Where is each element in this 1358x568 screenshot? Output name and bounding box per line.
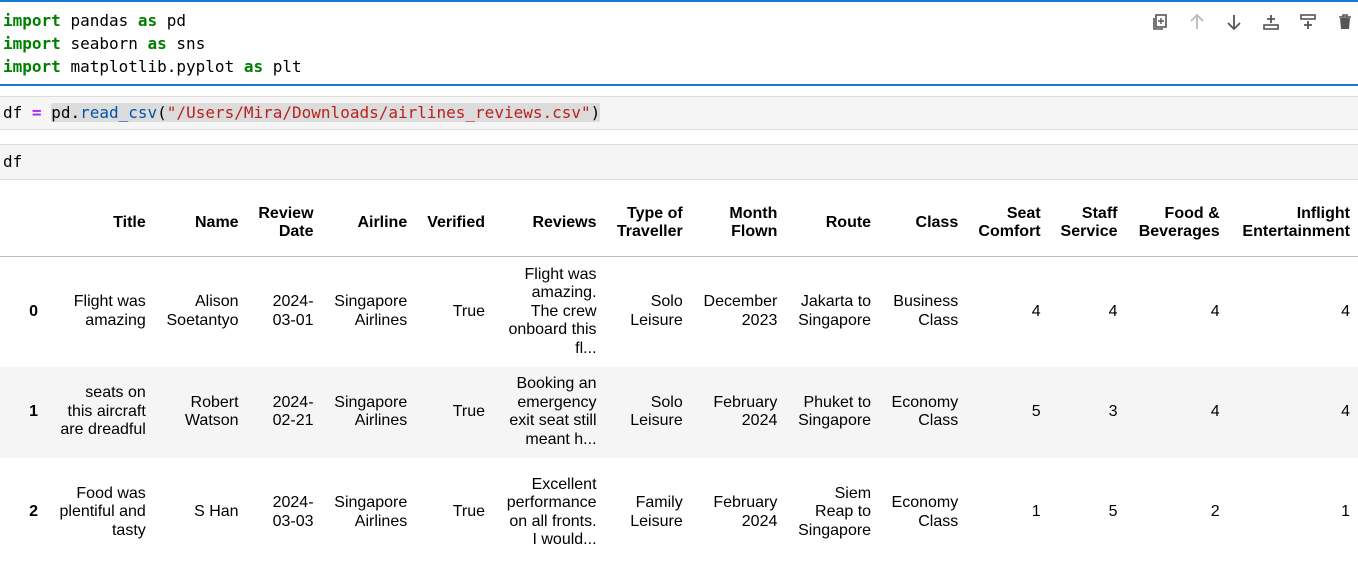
table-cell: 4 [1210, 302, 1220, 320]
code-cell-df[interactable]: df [0, 144, 1358, 180]
column-header: Seat Comfort [966, 190, 1049, 257]
column-header: Verified [415, 190, 493, 257]
table-cell: Phuket to Singapore [798, 393, 872, 430]
table-row: 1 seats on this aircraft are dreadful Robert… [0, 366, 1358, 458]
code-line-1: import pandas as pd [3, 11, 187, 30]
column-header: Reviews [493, 190, 605, 257]
table-cell: True [452, 402, 485, 420]
table-cell: 4 [1108, 302, 1118, 320]
move-up-icon[interactable] [1185, 10, 1209, 34]
row-index: 0 [29, 302, 38, 320]
table-cell: December 2023 [703, 293, 778, 329]
column-header: Food & Beverages [1125, 190, 1228, 257]
table-cell: Excellent performance on all fronts. I woul… [506, 475, 597, 549]
table-cell: True [452, 503, 485, 521]
table-cell: S Han [194, 503, 239, 521]
table-cell: Economy Class [891, 393, 959, 430]
table-cell: February 2024 [713, 393, 778, 430]
delete-icon[interactable] [1333, 10, 1357, 34]
table-cell: Solo Leisure [630, 393, 683, 430]
column-header: Month Flown [690, 190, 786, 257]
table-cell: Singapore Airlines [334, 393, 408, 430]
table-cell: Booking an emergency exit seat still meant … [509, 375, 597, 448]
table-cell: 3 [1108, 402, 1118, 420]
table-cell: Robert Watson [184, 393, 239, 430]
table-row: 0 Flight was amazing Alison Soetantyo 2024- 03… [0, 257, 1358, 367]
move-down-icon[interactable] [1222, 10, 1246, 34]
code-line-2: import seaborn as sns [3, 34, 206, 53]
table-cell: 4 [1341, 402, 1350, 420]
cell-toolbar [1148, 10, 1358, 34]
table-cell: Food was plentiful and tasty [59, 484, 146, 539]
code-cell-read-csv[interactable]: df = pd.read_csv("/Users/Mira/Downloads/… [0, 96, 1358, 130]
table-cell: Economy Class [891, 494, 959, 530]
code-line-df: df [3, 152, 23, 171]
column-header: Airline [321, 190, 416, 257]
column-header: Inflight Entertainment [1227, 190, 1358, 257]
insert-below-icon[interactable] [1259, 10, 1283, 34]
table-cell: 2024- 03-01 [272, 293, 314, 329]
table-header-row: Title Name Review Date Airline Verified Review… [0, 190, 1358, 257]
column-header: Name [153, 190, 247, 257]
column-header: Review Date [246, 190, 322, 257]
duplicate-icon[interactable] [1148, 10, 1172, 34]
table-cell: 2 [1210, 503, 1220, 521]
table-cell: 4 [1031, 302, 1041, 320]
table-cell: Siem Reap to Singapore [798, 484, 872, 539]
table-cell: Solo Leisure [630, 293, 683, 329]
row-index: 2 [29, 503, 38, 521]
table-cell: Business Class [893, 293, 959, 329]
table-cell: 2024- 03-03 [272, 494, 314, 530]
insert-above-icon[interactable] [1296, 10, 1320, 34]
column-header: Type of Traveller [604, 190, 691, 257]
code-line-3: import matplotlib.pyplot as plt [3, 57, 302, 76]
table-cell: February 2024 [713, 494, 778, 530]
table-cell: Alison Soetantyo [166, 293, 239, 329]
table-cell: 2024- 02-21 [272, 393, 314, 430]
table-cell: 5 [1031, 402, 1041, 420]
index-header [0, 190, 46, 257]
code-line-read-csv: df = pd.read_csv("/Users/Mira/Downloads/… [3, 103, 601, 122]
column-header: Route [785, 190, 880, 257]
table-cell: 1 [1341, 503, 1350, 521]
column-header: Title [46, 190, 154, 257]
column-header: Staff Service [1048, 190, 1126, 257]
table-cell: Singapore Airlines [334, 494, 408, 530]
dataframe-output: Title Name Review Date Airline Verified Review… [0, 190, 1358, 568]
selection-highlight: pd.read_csv("/Users/Mira/Downloads/airli… [51, 103, 601, 122]
row-index: 1 [29, 402, 38, 420]
table-cell: Family Leisure [630, 494, 683, 530]
column-header: Class [879, 190, 967, 257]
table-row: 2 Food was plentiful and tasty S Han 2024- 03-… [0, 458, 1358, 568]
table-cell: Jakarta to Singapore [798, 293, 872, 329]
table-cell: 5 [1108, 503, 1118, 521]
table-cell: 4 [1210, 402, 1220, 420]
table-cell: True [452, 302, 485, 320]
table-cell: 4 [1341, 302, 1350, 320]
code-cell-imports[interactable]: import pandas as pd import seaborn as sn… [0, 0, 1358, 86]
table-cell: seats on this aircraft are dreadful [60, 384, 146, 439]
table-cell: Singapore Airlines [334, 293, 408, 329]
table-cell: Flight was amazing [73, 293, 146, 329]
table-cell: 1 [1031, 503, 1041, 521]
table-cell: Flight was amazing. The crew onboard this fl… [508, 265, 597, 357]
